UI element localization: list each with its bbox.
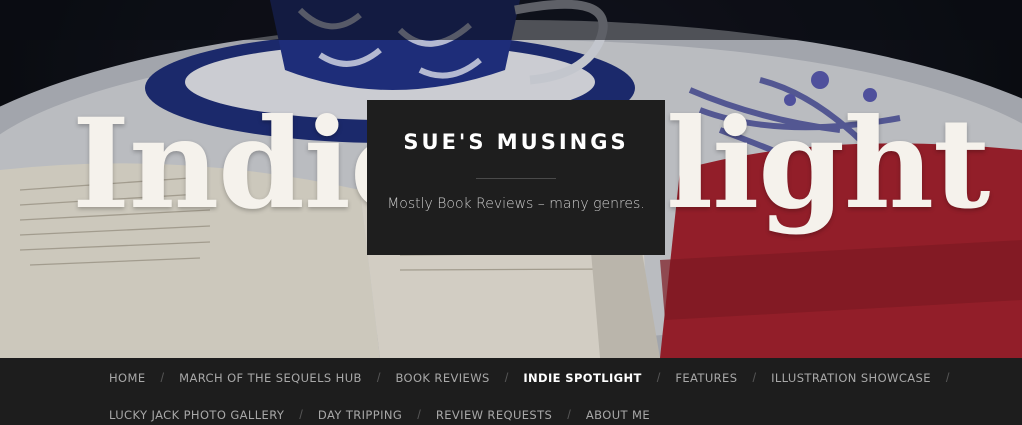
title-divider bbox=[476, 178, 556, 179]
nav-separator: / bbox=[299, 407, 303, 422]
nav-item-review-requests[interactable]: REVIEW REQUESTS bbox=[436, 408, 552, 422]
nav-separator: / bbox=[567, 407, 571, 422]
hero-overlay-text-right: light bbox=[666, 92, 990, 237]
site-branding-box: SUE'S MUSINGS Mostly Book Reviews – many… bbox=[367, 100, 665, 255]
nav-separator: / bbox=[945, 370, 950, 385]
nav-separator: / bbox=[160, 370, 165, 385]
nav-separator: / bbox=[376, 370, 381, 385]
nav-row-1: HOME / MARCH OF THE SEQUELS HUB / BOOK R… bbox=[109, 370, 965, 385]
nav-item-book-reviews[interactable]: BOOK REVIEWS bbox=[395, 371, 489, 385]
nav-item-illustration-showcase[interactable]: ILLUSTRATION SHOWCASE bbox=[771, 371, 931, 385]
nav-separator: / bbox=[504, 370, 509, 385]
nav-item-day-tripping[interactable]: DAY TRIPPING bbox=[318, 408, 402, 422]
site-title-link[interactable]: SUE'S MUSINGS bbox=[367, 130, 665, 154]
nav-item-features[interactable]: FEATURES bbox=[675, 371, 737, 385]
main-navigation: HOME / MARCH OF THE SEQUELS HUB / BOOK R… bbox=[0, 358, 1022, 425]
nav-separator: / bbox=[656, 370, 661, 385]
nav-row-2: LUCKY JACK PHOTO GALLERY / DAY TRIPPING … bbox=[109, 407, 650, 422]
nav-separator: / bbox=[417, 407, 421, 422]
site-description: Mostly Book Reviews – many genres. bbox=[387, 196, 645, 212]
nav-item-home[interactable]: HOME bbox=[109, 371, 146, 385]
nav-item-indie-spotlight[interactable]: INDIE SPOTLIGHT bbox=[523, 371, 641, 385]
header-image: Indie light SUE'S MUSINGS Mostly Book Re… bbox=[0, 0, 1022, 358]
nav-item-about-me[interactable]: ABOUT ME bbox=[586, 408, 650, 422]
nav-item-lucky-jack-photo-gallery[interactable]: LUCKY JACK PHOTO GALLERY bbox=[109, 408, 284, 422]
nav-separator: / bbox=[752, 370, 757, 385]
nav-item-march-of-the-sequels-hub[interactable]: MARCH OF THE SEQUELS HUB bbox=[179, 371, 362, 385]
